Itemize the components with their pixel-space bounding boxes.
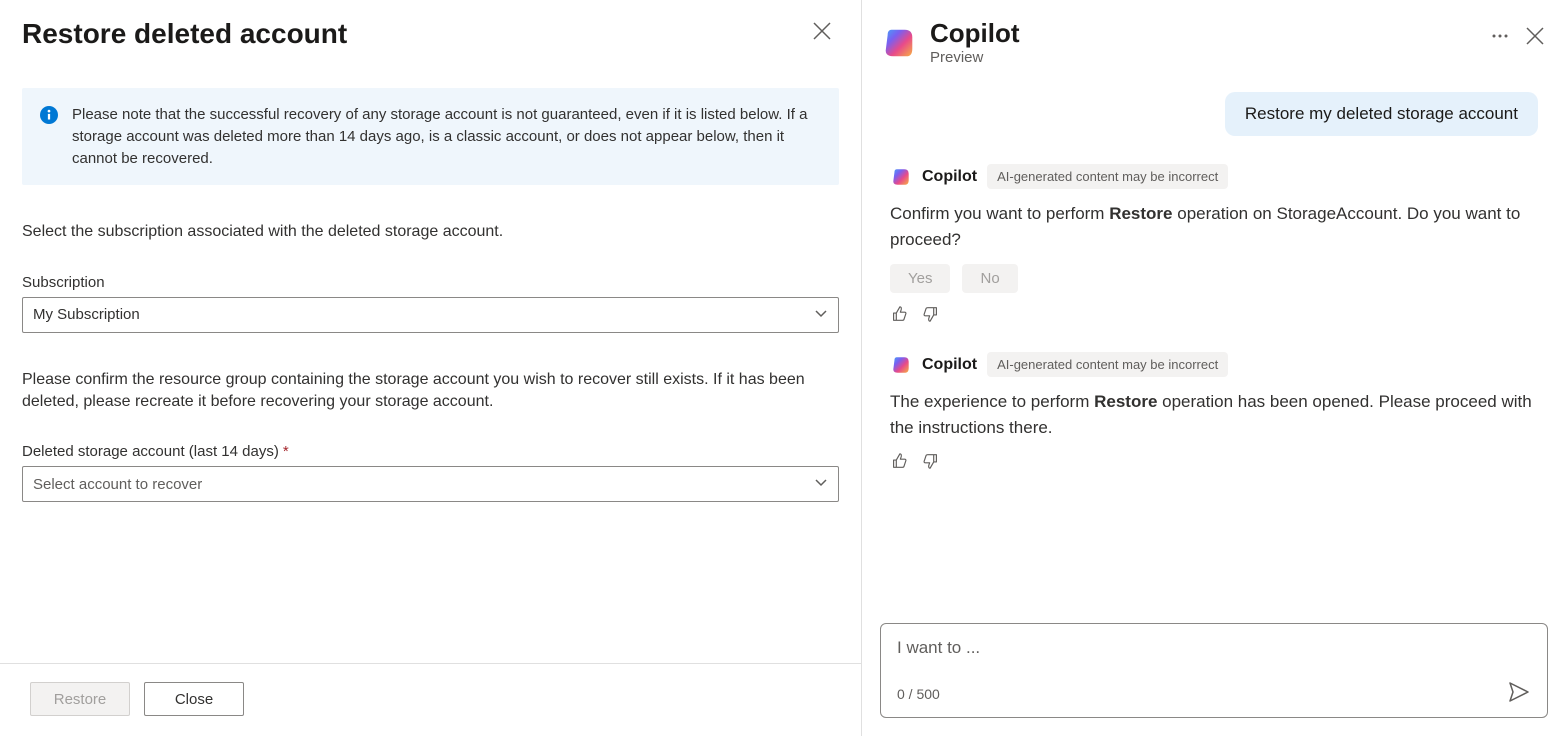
bot-text: The experience to perform Restore operat… <box>890 389 1538 440</box>
panel-body: Please note that the successful recovery… <box>0 60 861 663</box>
thumbs-down-icon[interactable] <box>922 305 940 326</box>
close-copilot-icon[interactable] <box>1526 27 1544 50</box>
ai-disclaimer-badge: AI-generated content may be incorrect <box>987 352 1228 377</box>
restore-panel: Restore deleted account Please note that… <box>0 0 862 736</box>
close-icon[interactable] <box>809 18 835 48</box>
instruction-resource-group: Please confirm the resource group contai… <box>22 369 839 414</box>
chevron-down-icon <box>814 475 828 493</box>
bot-text: Confirm you want to perform Restore oper… <box>890 201 1538 252</box>
send-icon[interactable] <box>1507 680 1531 707</box>
thumbs-up-icon[interactable] <box>890 305 908 326</box>
panel-title: Restore deleted account <box>22 18 347 50</box>
copilot-subtitle: Preview <box>930 49 1478 66</box>
copilot-title: Copilot <box>930 18 1478 49</box>
thumbs-down-icon[interactable] <box>922 452 940 473</box>
bot-message: Copilot AI-generated content may be inco… <box>890 352 1538 473</box>
copilot-logo-small-icon <box>890 166 912 188</box>
bot-head: Copilot AI-generated content may be inco… <box>890 164 1538 189</box>
info-text: Please note that the successful recovery… <box>72 104 821 169</box>
copilot-header-actions <box>1490 26 1544 51</box>
info-icon <box>40 106 58 124</box>
ai-disclaimer-badge: AI-generated content may be incorrect <box>987 164 1228 189</box>
subscription-value: My Subscription <box>33 306 140 323</box>
deleted-account-label: Deleted storage account (last 14 days)* <box>22 443 839 460</box>
chat-input-bottom: 0 / 500 <box>897 680 1531 707</box>
bot-name: Copilot <box>922 168 977 186</box>
char-count: 0 / 500 <box>897 686 940 702</box>
panel-footer: Restore Close <box>0 663 861 736</box>
user-message-row: Restore my deleted storage account <box>890 92 1538 136</box>
bot-name: Copilot <box>922 356 977 374</box>
info-banner: Please note that the successful recovery… <box>22 88 839 185</box>
close-button[interactable]: Close <box>144 682 244 716</box>
subscription-label: Subscription <box>22 274 839 291</box>
no-button[interactable]: No <box>962 264 1017 293</box>
copilot-panel: Copilot Preview Restore my deleted stora… <box>862 0 1566 736</box>
deleted-account-select[interactable]: Select account to recover <box>22 466 839 502</box>
panel-header: Restore deleted account <box>0 0 861 60</box>
copilot-title-wrap: Copilot Preview <box>930 18 1478 66</box>
feedback-row <box>890 452 1538 473</box>
restore-button[interactable]: Restore <box>30 682 130 716</box>
copilot-header: Copilot Preview <box>880 10 1548 86</box>
instruction-subscription: Select the subscription associated with … <box>22 221 839 243</box>
yes-button[interactable]: Yes <box>890 264 950 293</box>
feedback-row <box>890 305 1538 326</box>
required-star: * <box>283 443 289 460</box>
chevron-down-icon <box>814 306 828 324</box>
bot-message: Copilot AI-generated content may be inco… <box>890 164 1538 326</box>
chat-input-area[interactable]: I want to ... 0 / 500 <box>880 623 1548 718</box>
copilot-logo-small-icon <box>890 354 912 376</box>
chat-input-placeholder: I want to ... <box>897 638 1531 658</box>
deleted-account-placeholder: Select account to recover <box>33 476 202 493</box>
bot-head: Copilot AI-generated content may be inco… <box>890 352 1538 377</box>
chat-body: Restore my deleted storage account Copil… <box>880 86 1548 623</box>
user-message: Restore my deleted storage account <box>1225 92 1538 136</box>
confirm-row: Yes No <box>890 264 1538 293</box>
subscription-select[interactable]: My Subscription <box>22 297 839 333</box>
copilot-logo-icon <box>880 24 918 62</box>
more-icon[interactable] <box>1490 26 1510 51</box>
thumbs-up-icon[interactable] <box>890 452 908 473</box>
